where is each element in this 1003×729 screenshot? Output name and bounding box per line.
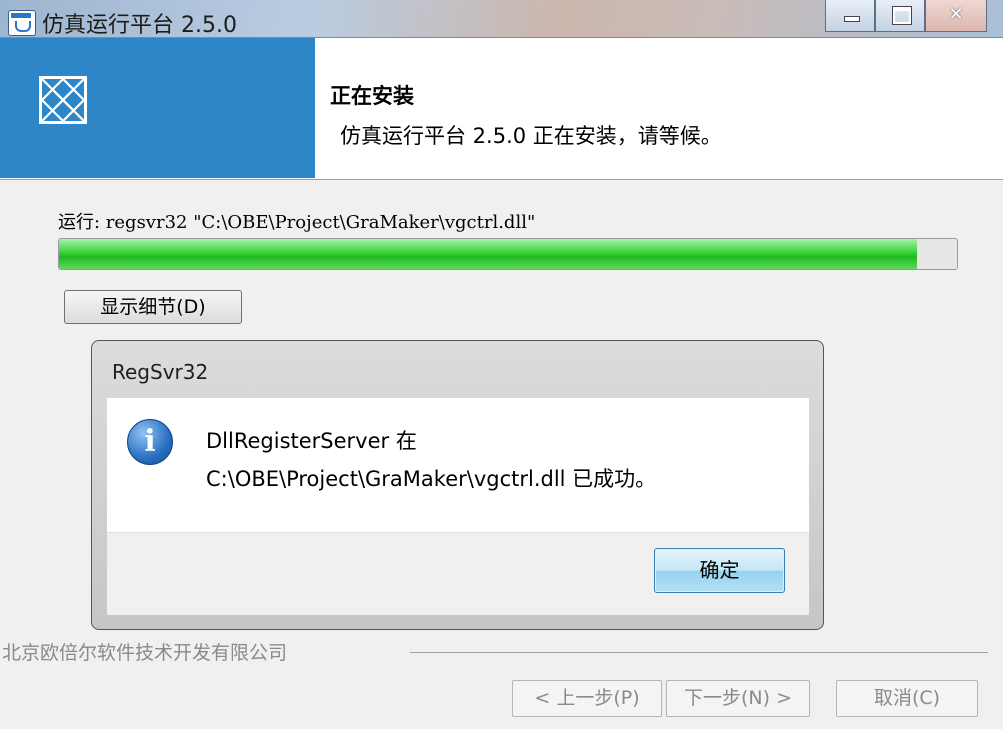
page-subtitle: 仿真运行平台 2.5.0 正在安装，请等候。 [340,124,722,148]
progress-fill [59,239,917,269]
window-title: 仿真运行平台 2.5.0 [42,13,237,38]
app-icon [8,10,36,36]
minimize-icon [844,16,860,22]
minimize-button[interactable] [825,0,875,32]
show-details-button[interactable]: 显示细节(D) [64,290,242,324]
cancel-button[interactable]: 取消(C) [836,680,978,717]
next-button[interactable]: 下一步(N) > [666,680,810,717]
ok-button[interactable]: 确定 [654,548,785,593]
maximize-icon [892,6,912,25]
dialog-message-line2: C:\OBE\Project\GraMaker\vgctrl.dll 已成功。 [206,467,657,491]
header-divider [0,179,1003,180]
install-progress-bar [58,238,958,270]
close-icon: ✕ [948,4,964,25]
company-name: 北京欧倍尔软件技术开发有限公司 [2,642,288,664]
maximize-button[interactable] [875,0,925,32]
page-title: 正在安装 [330,84,414,108]
brand-logo-icon [39,76,87,124]
footer-divider [410,652,988,653]
dialog-message-line1: DllRegisterServer 在 [206,429,417,453]
run-command-text: 运行: regsvr32 "C:\OBE\Project\GraMaker\vg… [58,212,536,233]
brand-panel [0,38,315,178]
close-button[interactable]: ✕ [925,0,987,32]
info-icon: i [127,419,173,465]
window-controls: ✕ [825,0,987,32]
dialog-title: RegSvr32 [112,360,209,384]
back-button[interactable]: < 上一步(P) [512,680,662,717]
